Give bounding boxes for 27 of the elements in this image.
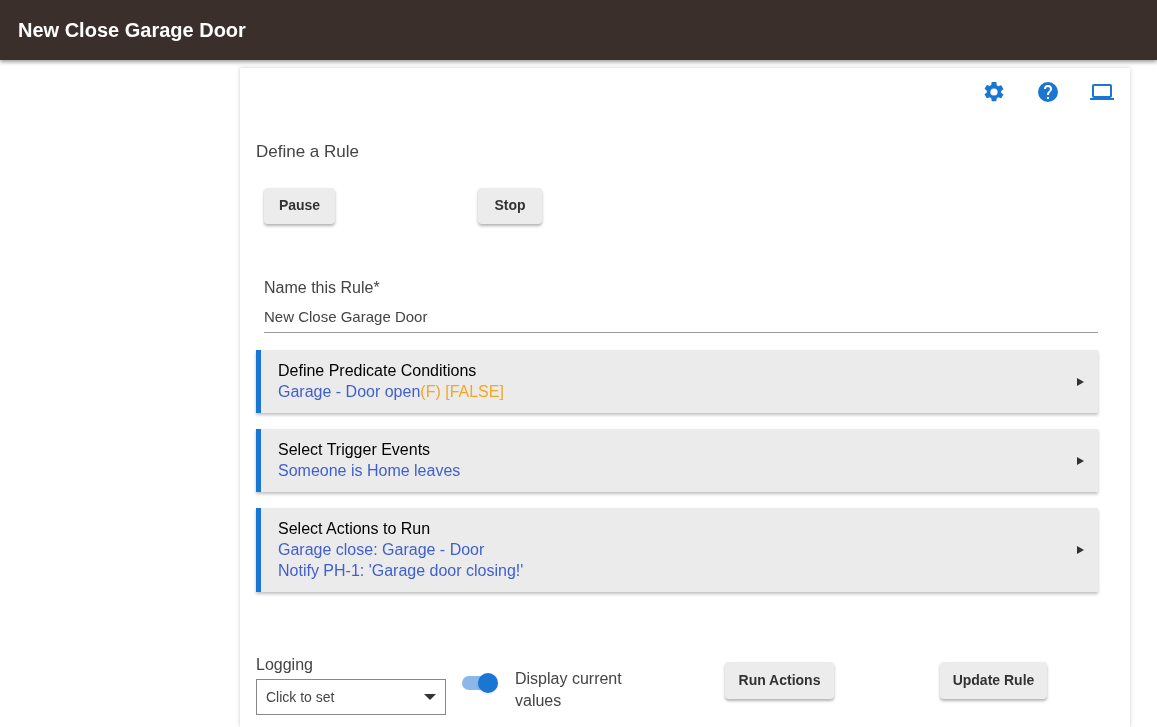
expand-arrow-icon (1077, 546, 1084, 554)
section-summary: Notify PH-1: 'Garage door closing!' (278, 561, 525, 581)
section-title: Select Actions to Run (278, 519, 432, 539)
collapsible-section[interactable]: Define Predicate Conditions Garage - Door open(F) [FALSE] (256, 350, 1098, 413)
settings-icon[interactable] (982, 80, 1006, 104)
action-button[interactable]: Pause (264, 187, 335, 224)
collapsible-section[interactable]: Select Actions to Run Garage close: Garage - Door Notify PH-1: 'Garage door closing!' (256, 508, 1098, 592)
logging-dropdown[interactable]: Click to set (256, 679, 446, 715)
caret-icon (424, 694, 436, 700)
section-title: Select Trigger Events (278, 440, 432, 460)
action-button[interactable]: Run Actions (725, 662, 834, 699)
section-summary: Garage - Door open(F) [FALSE] (278, 382, 505, 402)
page-title: New Close Garage Door (18, 18, 246, 43)
expand-arrow-icon (1077, 456, 1084, 465)
display-toggle[interactable] (462, 673, 498, 693)
name-field[interactable]: Name this Rule* New Close Garage Door (264, 275, 1098, 333)
collapsible-section[interactable]: Select Trigger Events Someone is Home leaves (256, 429, 1098, 492)
help-icon[interactable] (1036, 80, 1060, 104)
section-title: Define Predicate Conditions (278, 361, 478, 381)
section-heading: Define a Rule (256, 141, 360, 163)
toggle-label: Display current values (515, 669, 623, 711)
section-summary: Garage close: Garage - Door (278, 540, 486, 560)
logging-label: Logging (256, 655, 314, 675)
action-button[interactable]: Stop (478, 187, 542, 224)
action-button[interactable]: Update Rule (940, 662, 1047, 699)
section-summary: Someone is Home leaves (278, 461, 462, 481)
expand-arrow-icon (1077, 377, 1084, 386)
